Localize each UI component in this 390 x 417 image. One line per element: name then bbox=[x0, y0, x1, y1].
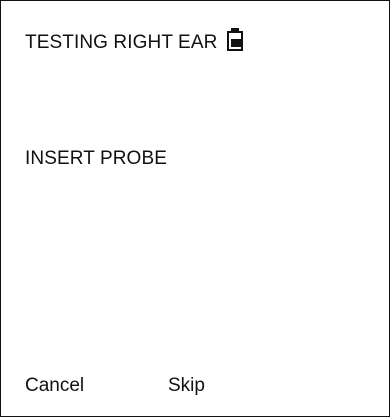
device-screen: TESTING RIGHT EAR INSERT PROBE Cancel Sk… bbox=[0, 0, 390, 417]
battery-body bbox=[227, 31, 244, 51]
instruction-text: INSERT PROBE bbox=[25, 148, 167, 169]
screen-title: TESTING RIGHT EAR bbox=[25, 32, 218, 53]
cancel-button[interactable]: Cancel bbox=[25, 370, 84, 402]
softkey-bar: Cancel Skip bbox=[25, 370, 365, 402]
header: TESTING RIGHT EAR bbox=[25, 27, 244, 59]
battery-fill bbox=[231, 39, 244, 47]
battery-icon bbox=[227, 28, 244, 52]
skip-button[interactable]: Skip bbox=[168, 370, 205, 402]
